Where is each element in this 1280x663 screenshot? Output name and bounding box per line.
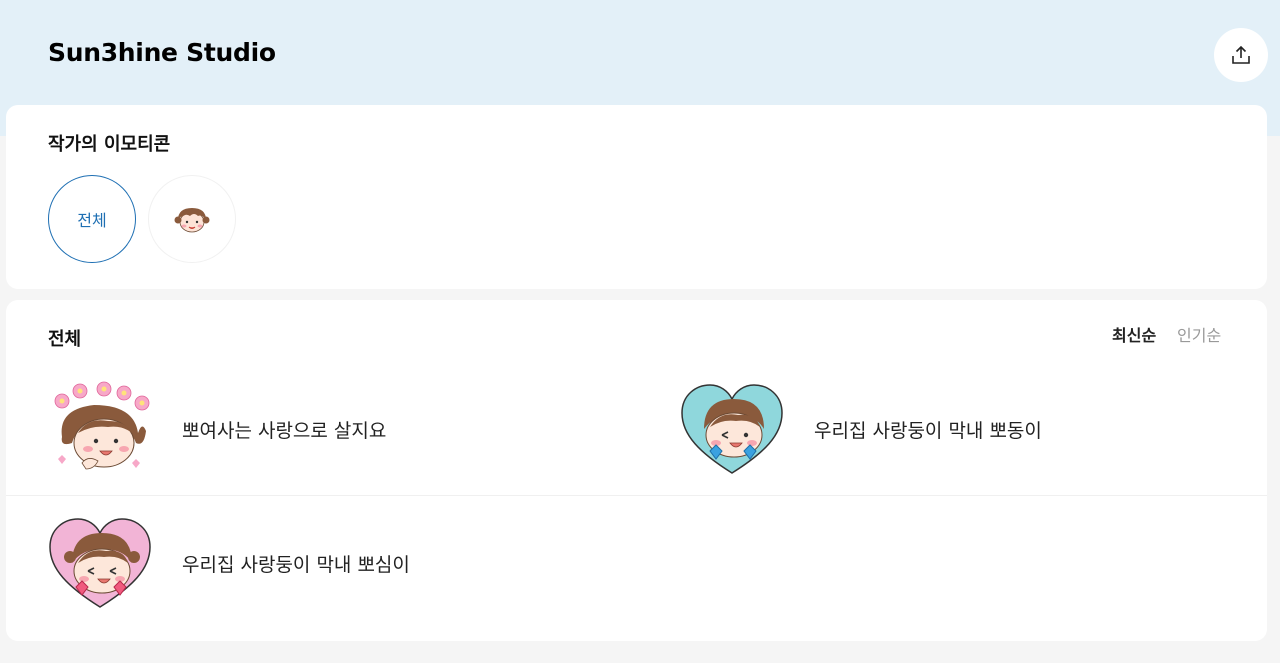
artist-emoticons-card: 작가의 이모티콘 전체	[6, 105, 1267, 289]
artist-section-title: 작가의 이모티콘	[48, 134, 171, 155]
filter-emoticon-button[interactable]	[148, 175, 236, 263]
baby-girl-flowers-icon	[54, 381, 150, 470]
emoticon-title: 우리집 사랑둥이 막내 뽀심이	[182, 553, 410, 576]
filter-all-button[interactable]: 전체	[48, 175, 136, 263]
emoticon-list-card: 전체 최신순 인기순 뽀여사는 사랑으로 살지요 우리집 사랑둥이 막내 뽀동이…	[6, 300, 1267, 641]
list-section-title: 전체	[48, 329, 82, 350]
emoticon-title: 뽀여사는 사랑으로 살지요	[182, 419, 387, 442]
sort-latest-button[interactable]: 최신순	[1112, 322, 1156, 346]
list-row-divider	[6, 495, 1267, 496]
emoticon-title: 우리집 사랑둥이 막내 뽀동이	[814, 419, 1042, 442]
baby-face-emoticon-icon	[174, 208, 210, 233]
share-upload-icon	[1232, 45, 1250, 64]
sort-popular-button[interactable]: 인기순	[1177, 322, 1221, 346]
studio-title: Sun3hine Studio	[48, 38, 276, 67]
baby-girl-pink-heart-icon	[49, 518, 151, 608]
emoticon-list-item[interactable]: 우리집 사랑둥이 막내 뽀심이	[48, 503, 410, 623]
filter-all-label: 전체	[77, 211, 107, 230]
emoticon-list-item[interactable]: 우리집 사랑둥이 막내 뽀동이	[680, 369, 1042, 489]
emoticon-list-item[interactable]: 뽀여사는 사랑으로 살지요	[48, 369, 386, 489]
baby-boy-blue-heart-icon	[681, 384, 783, 474]
share-button[interactable]	[1214, 28, 1268, 82]
